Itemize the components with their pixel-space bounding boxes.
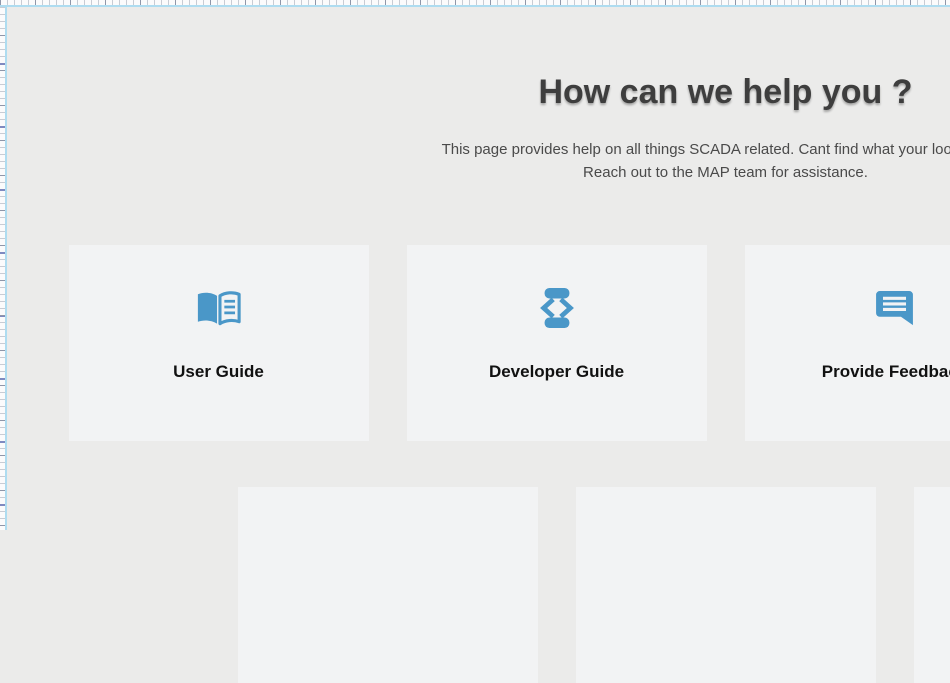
top-ruler bbox=[0, 0, 950, 7]
open-book-icon bbox=[195, 286, 242, 330]
feedback-chat-icon bbox=[876, 286, 913, 330]
page-title: How can we help you ? bbox=[538, 73, 912, 111]
page-subtitle: This page provides help on all things SC… bbox=[442, 138, 950, 184]
card-row-1: User Guide Developer Guide bbox=[69, 245, 950, 441]
left-ruler bbox=[0, 0, 7, 530]
card-label: Provide Feedback bbox=[822, 362, 950, 382]
card[interactable] bbox=[238, 487, 538, 683]
developer-mode-icon bbox=[535, 286, 579, 330]
card-provide-feedback[interactable]: Provide Feedback bbox=[745, 245, 950, 441]
card-row-2 bbox=[238, 487, 950, 683]
card[interactable] bbox=[576, 487, 876, 683]
page-subtitle-line-1: This page provides help on all things SC… bbox=[442, 138, 950, 161]
card-label: Developer Guide bbox=[489, 362, 624, 382]
card-user-guide[interactable]: User Guide bbox=[69, 245, 369, 441]
help-cards: User Guide Developer Guide bbox=[69, 245, 950, 683]
card-developer-guide[interactable]: Developer Guide bbox=[407, 245, 707, 441]
page-subtitle-line-2: Reach out to the MAP team for assistance… bbox=[442, 161, 950, 184]
help-page-canvas: How can we help you ? This page provides… bbox=[9, 7, 950, 530]
card[interactable] bbox=[914, 487, 950, 683]
card-label: User Guide bbox=[173, 362, 264, 382]
